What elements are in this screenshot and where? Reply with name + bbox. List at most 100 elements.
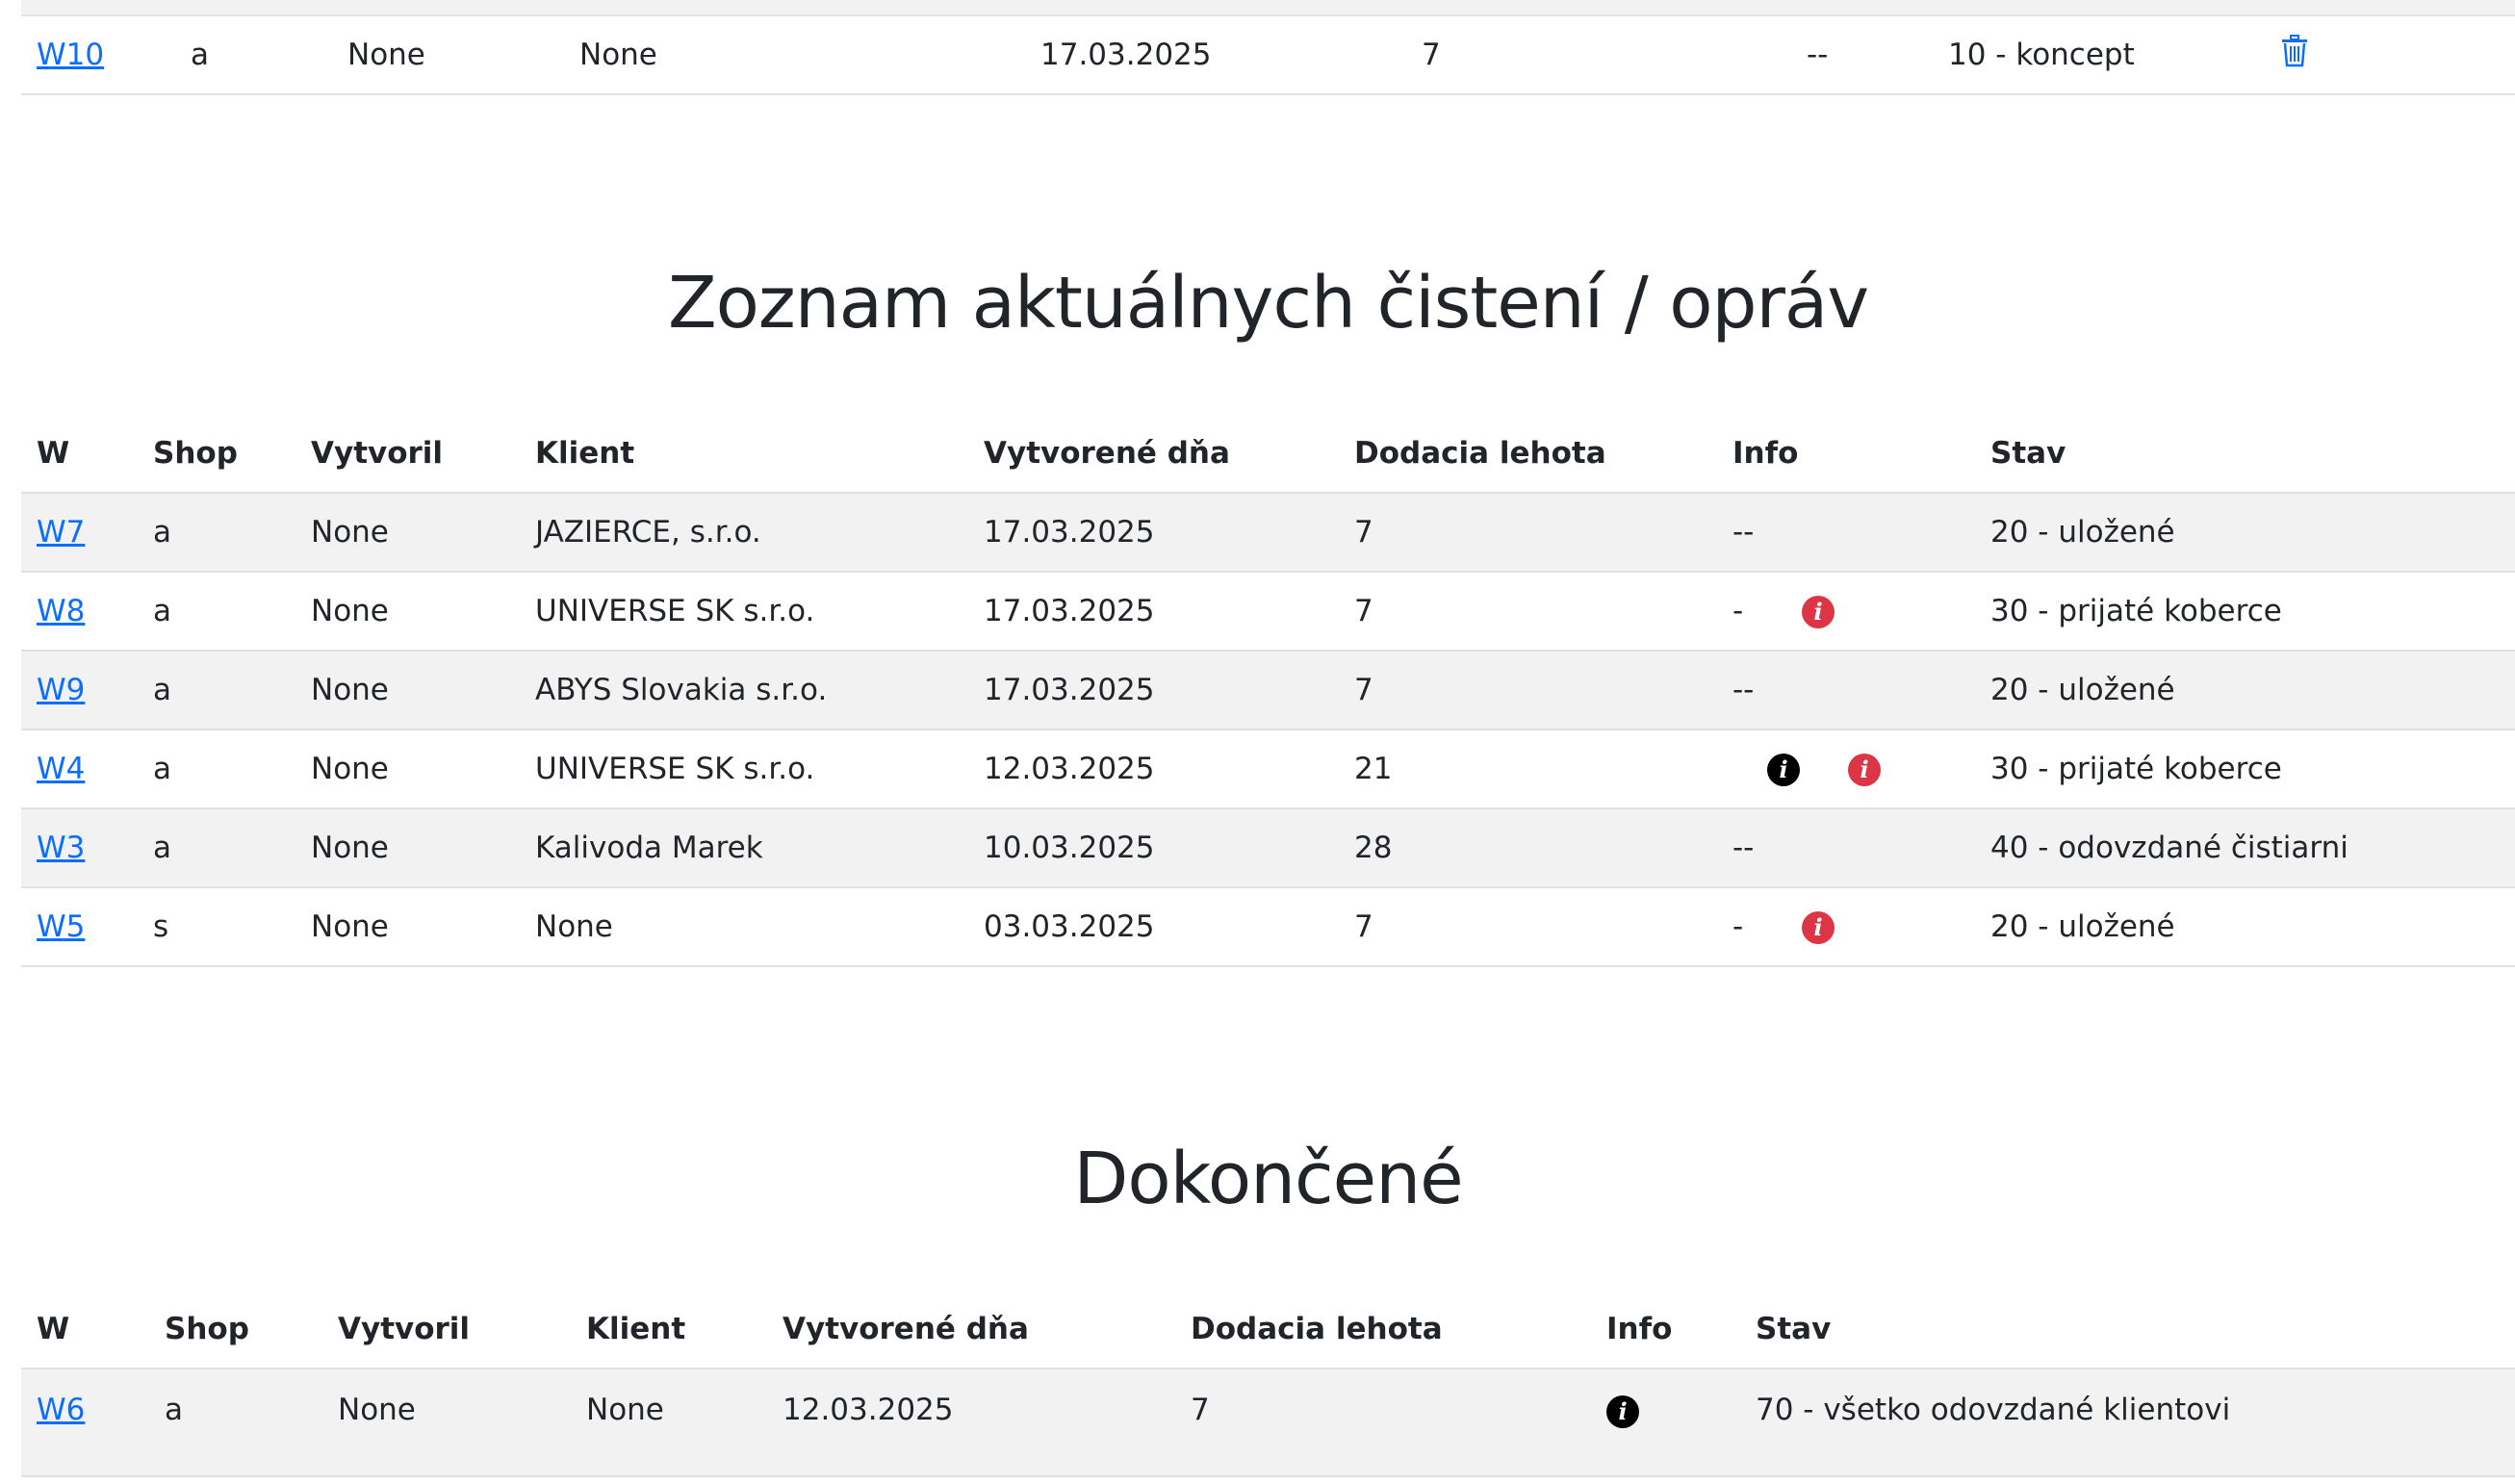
info-cell: ii — [1717, 729, 1975, 808]
stav-cell: 30 - prijaté koberce — [1990, 752, 2282, 786]
table-row: W6 a None None 12.03.2025 7 i 70 - všetk… — [21, 1369, 2515, 1476]
shop-cell: s — [153, 909, 169, 944]
col-klient: Klient — [535, 435, 635, 471]
date-cell: 17.03.2025 — [984, 515, 1155, 550]
col-stav: Stav — [1756, 1311, 1832, 1346]
table-row: W10 a None None 17.03.2025 7 -- 10 - kon… — [21, 16, 2515, 94]
lehota-cell: 7 — [1354, 909, 1373, 944]
order-link[interactable]: W8 — [37, 594, 85, 628]
col-lehota: Dodacia lehota — [1191, 1311, 1443, 1346]
col-vytvoril: Vytvoril — [338, 1311, 471, 1346]
stav-cell: 20 - uložené — [1990, 909, 2175, 944]
date-cell: 17.03.2025 — [984, 673, 1155, 707]
order-link[interactable]: W6 — [37, 1393, 85, 1427]
klient-cell: ABYS Slovakia s.r.o. — [535, 673, 828, 707]
col-w: W — [37, 435, 70, 471]
lehota-cell: 7 — [1191, 1393, 1210, 1427]
table-row: W4 a None UNIVERSE SK s.r.o. 12.03.2025 … — [21, 729, 2515, 808]
info-cell: -i — [1717, 572, 1975, 651]
vytvoril-cell: None — [347, 38, 425, 72]
table-header-row: W Shop Vytvoril Klient Vytvorené dňa Dod… — [21, 414, 2515, 493]
table-header-row: W Shop Vytvoril Klient Vytvorené dňa Dod… — [21, 1290, 2515, 1369]
order-link[interactable]: W3 — [37, 831, 85, 865]
col-info: Info — [1606, 1311, 1673, 1346]
order-link[interactable]: W9 — [37, 673, 85, 707]
col-lehota: Dodacia lehota — [1354, 435, 1606, 471]
table-row: W7 a None JAZIERCE, s.r.o. 17.03.2025 7 … — [21, 493, 2515, 572]
vytvoril-cell: None — [338, 1393, 416, 1427]
table-row: W8 a None UNIVERSE SK s.r.o. 17.03.2025 … — [21, 572, 2515, 651]
table-row: W3 a None Kalivoda Marek 10.03.2025 28 -… — [21, 808, 2515, 887]
draft-orders-table: W10 a None None 17.03.2025 7 -- 10 - kon… — [21, 16, 2515, 95]
order-link[interactable]: W5 — [37, 909, 85, 944]
previous-row-edge — [21, 0, 2515, 16]
klient-cell: UNIVERSE SK s.r.o. — [535, 752, 815, 786]
date-cell: 03.03.2025 — [984, 909, 1155, 944]
info-icon-red[interactable]: i — [1802, 596, 1835, 629]
col-klient: Klient — [586, 1311, 686, 1346]
klient-cell: JAZIERCE, s.r.o. — [535, 515, 761, 550]
info-text: - — [1732, 908, 1744, 944]
klient-cell: None — [535, 909, 613, 944]
completed-orders-table: W Shop Vytvoril Klient Vytvorené dňa Dod… — [21, 1290, 2515, 1477]
shop-cell: a — [153, 673, 171, 707]
date-cell: 17.03.2025 — [984, 594, 1155, 628]
info-icon-black[interactable]: i — [1767, 754, 1800, 787]
section-title-current: Zoznam aktuálnych čistení / opráv — [667, 262, 1869, 345]
lehota-cell: 7 — [1354, 515, 1373, 550]
vytvoril-cell: None — [311, 594, 389, 628]
order-link[interactable]: W10 — [37, 38, 104, 72]
table-row: W5 s None None 03.03.2025 7 -i 20 - ulož… — [21, 887, 2515, 966]
info-cell: -i — [1717, 887, 1975, 966]
info-icon-red[interactable]: i — [1848, 754, 1881, 787]
lehota-cell: 7 — [1354, 673, 1373, 707]
info-text: - — [1732, 593, 1744, 628]
lehota-cell: 7 — [1422, 38, 1441, 72]
info-text: -- — [1732, 831, 1755, 865]
col-date: Vytvorené dňa — [783, 1311, 1029, 1346]
klient-cell: None — [586, 1393, 664, 1427]
klient-cell: None — [579, 38, 657, 72]
shop-cell: a — [165, 1393, 183, 1427]
col-info: Info — [1732, 435, 1799, 471]
info-cell: -- — [1717, 651, 1975, 729]
info-text: -- — [1732, 673, 1755, 707]
col-stav: Stav — [1990, 435, 2066, 471]
lehota-cell: 7 — [1354, 594, 1373, 628]
date-cell: 17.03.2025 — [1040, 38, 1212, 72]
stav-cell: 10 - koncept — [1948, 38, 2135, 72]
date-cell: 10.03.2025 — [984, 831, 1155, 865]
order-link[interactable]: W7 — [37, 515, 85, 550]
vytvoril-cell: None — [311, 752, 389, 786]
info-cell: -- — [1717, 493, 1975, 572]
page-content: W10 a None None 17.03.2025 7 -- 10 - kon… — [21, 0, 2515, 1476]
vytvoril-cell: None — [311, 909, 389, 944]
order-link[interactable]: W4 — [37, 752, 85, 786]
stav-cell: 70 - všetko odovzdané klientovi — [1756, 1393, 2231, 1427]
stav-cell: 40 - odovzdané čistiarni — [1990, 831, 2348, 865]
vytvoril-cell: None — [311, 515, 389, 550]
vytvoril-cell: None — [311, 831, 389, 865]
info-icon-red[interactable]: i — [1802, 911, 1835, 945]
info-icon-black[interactable]: i — [1606, 1394, 1639, 1428]
stav-cell: 30 - prijaté koberce — [1990, 594, 2282, 628]
col-date: Vytvorené dňa — [984, 435, 1230, 471]
shop-cell: a — [153, 752, 171, 786]
table-row: W9 a None ABYS Slovakia s.r.o. 17.03.202… — [21, 651, 2515, 729]
stav-cell: 20 - uložené — [1990, 515, 2175, 550]
trash-icon[interactable] — [2280, 35, 2309, 75]
col-shop: Shop — [153, 435, 238, 471]
date-cell: 12.03.2025 — [783, 1393, 954, 1427]
klient-cell: Kalivoda Marek — [535, 831, 763, 865]
shop-cell: a — [153, 831, 171, 865]
info-cell: i — [1591, 1369, 1740, 1476]
current-orders-table: W Shop Vytvoril Klient Vytvorené dňa Dod… — [21, 414, 2515, 967]
klient-cell: UNIVERSE SK s.r.o. — [535, 594, 815, 628]
section-title-done: Dokončené — [1073, 1138, 1463, 1220]
col-w: W — [37, 1311, 70, 1346]
info-text: -- — [1732, 515, 1755, 550]
lehota-cell: 21 — [1354, 752, 1393, 786]
actions-cell — [2265, 16, 2515, 94]
shop-cell: a — [191, 38, 209, 72]
shop-cell: a — [153, 594, 171, 628]
